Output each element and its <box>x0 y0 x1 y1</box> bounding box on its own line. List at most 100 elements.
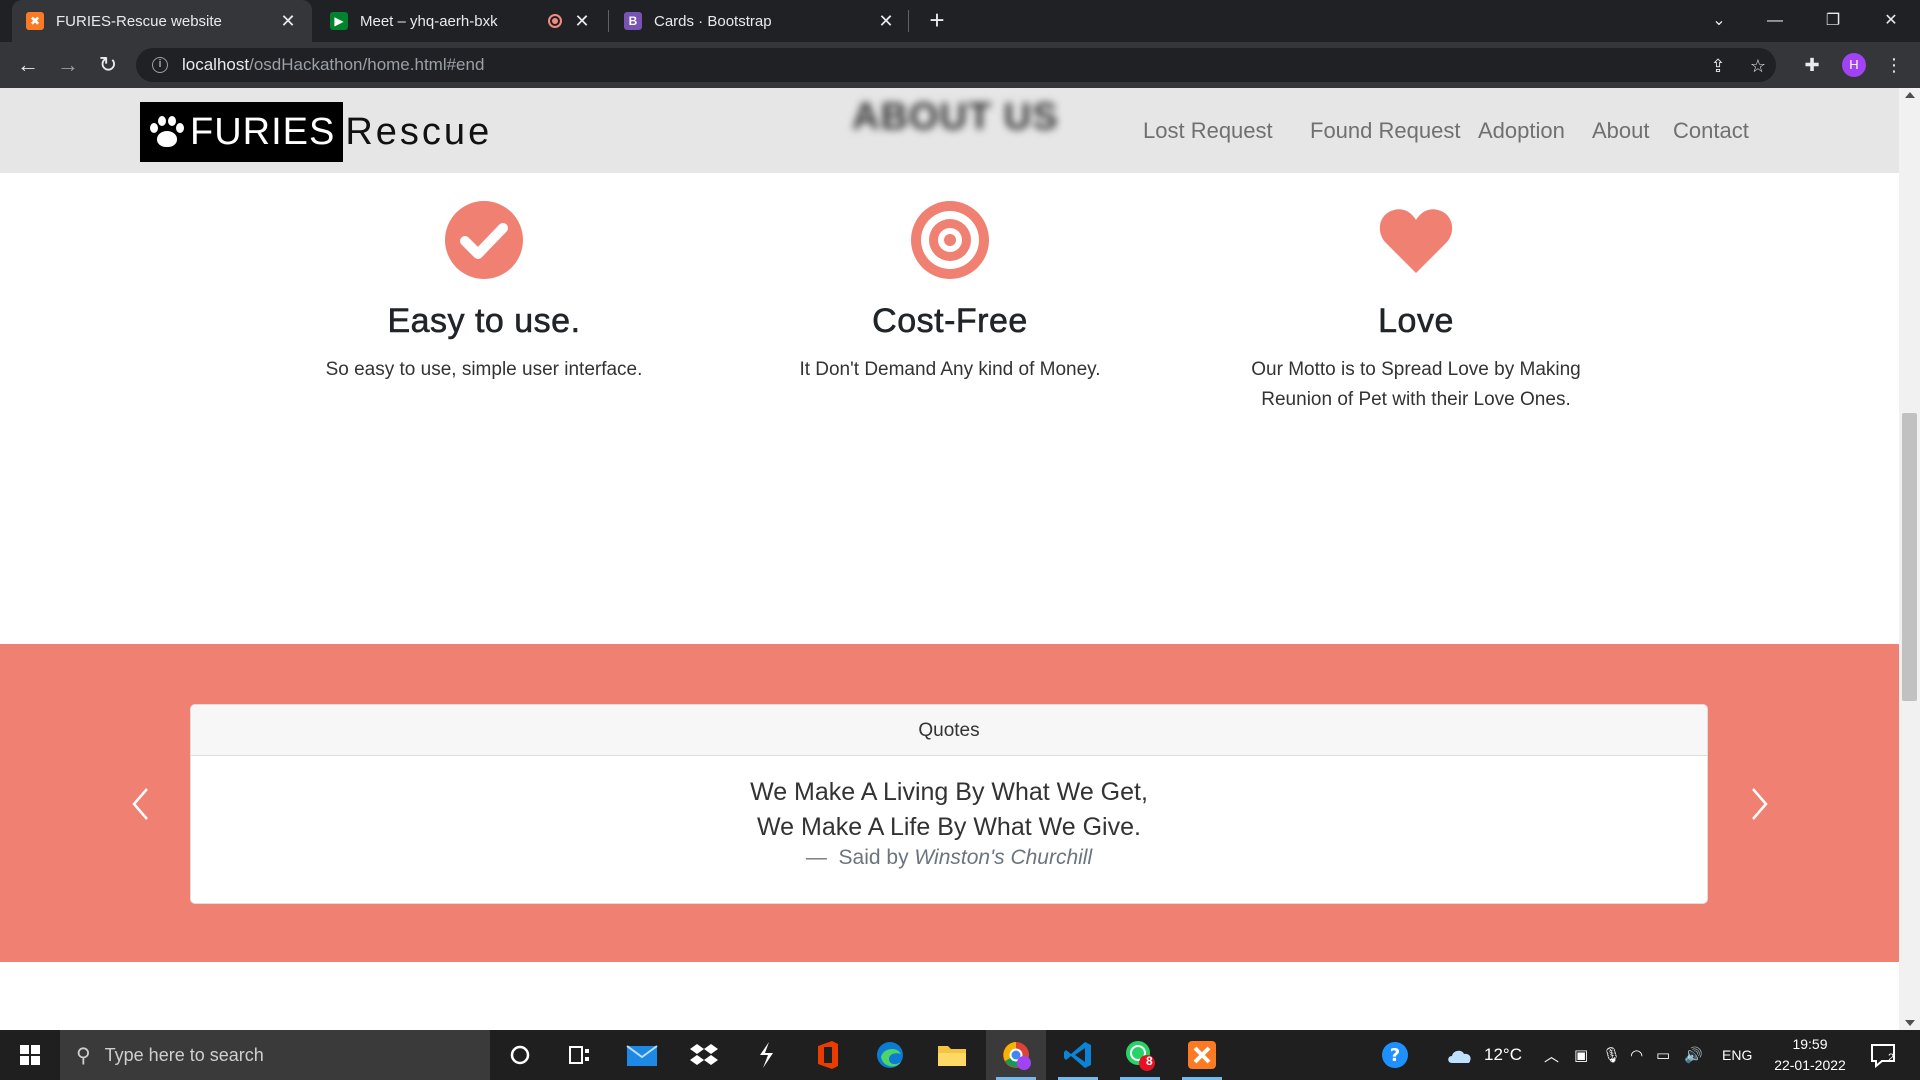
weather-widget[interactable]: 12°C <box>1446 1030 1522 1080</box>
close-window-button[interactable]: ✕ <box>1868 4 1914 38</box>
feature-title: Cost-Free <box>872 302 1028 341</box>
bullseye-icon <box>910 200 990 280</box>
quote-attribution: — Said by Winston's Churchill <box>191 846 1707 870</box>
battery-icon[interactable]: ▭ <box>1656 1030 1670 1080</box>
menu-kebab-icon[interactable]: ⋮ <box>1882 53 1906 77</box>
site-navbar: FURIES Rescue ABOUT US Lost Request Foun… <box>0 88 1899 173</box>
notification-center-icon[interactable]: 2 <box>1870 1030 1896 1080</box>
tab-search-chevron-icon[interactable]: ⌄ <box>1696 4 1742 38</box>
tab-cards-bootstrap[interactable]: B Cards · Bootstrap ✕ <box>610 0 910 42</box>
check-circle-icon <box>444 200 524 280</box>
notification-count: 2 <box>1888 1052 1895 1064</box>
nav-link-contact[interactable]: Contact <box>1673 118 1749 144</box>
nav-link-lost-request[interactable]: Lost Request <box>1143 118 1273 144</box>
help-icon[interactable]: ? <box>1380 1030 1410 1080</box>
profile-avatar[interactable]: H <box>1842 53 1866 77</box>
task-view-icon[interactable] <box>550 1030 610 1080</box>
cortana-icon[interactable] <box>490 1030 550 1080</box>
feature-text: Our Motto is to Spread Love by Making Re… <box>1251 359 1581 410</box>
carousel-prev-icon[interactable] <box>122 784 162 824</box>
site-info-icon[interactable]: i <box>152 57 168 73</box>
quote-author: Winston's Churchill <box>914 846 1093 869</box>
quote-line-1: We Make A Living By What We Get, <box>750 778 1148 806</box>
minimize-button[interactable]: — <box>1752 4 1798 38</box>
brand-boxed-text: FURIES <box>190 110 336 153</box>
quote-card: Quotes We Make A Living By What We Get, … <box>190 704 1708 904</box>
new-tab-button[interactable]: + <box>922 6 952 36</box>
stack-app-icon[interactable] <box>736 1030 796 1080</box>
extensions-puzzle-icon[interactable]: ✚ <box>1800 53 1824 77</box>
chrome-icon[interactable] <box>986 1030 1046 1080</box>
scroll-down-icon[interactable] <box>1905 1020 1915 1026</box>
brand-logo[interactable]: FURIES Rescue <box>140 102 492 162</box>
search-icon: ⚲ <box>76 1044 91 1067</box>
microphone-icon[interactable]: 🎙 <box>1602 1030 1621 1080</box>
carousel-next-icon[interactable] <box>1738 784 1778 824</box>
restore-button[interactable]: ❐ <box>1810 4 1856 38</box>
close-tab-icon[interactable]: ✕ <box>278 11 298 31</box>
whatsapp-badge: 8 <box>1146 1054 1153 1068</box>
bootstrap-favicon-icon: B <box>624 12 642 30</box>
brand-box: FURIES <box>140 102 344 162</box>
tab-title: Cards · Bootstrap <box>654 12 772 30</box>
tab-separator <box>608 10 609 32</box>
quotes-section: Quotes We Make A Living By What We Get, … <box>0 644 1899 962</box>
reload-icon[interactable]: ↻ <box>92 49 124 81</box>
clock[interactable]: 19:59 22-01-2022 <box>1760 1034 1860 1076</box>
address-bar[interactable]: i localhost/osdHackathon/home.html#end ⇪… <box>136 48 1776 82</box>
clock-date: 22-01-2022 <box>1774 1057 1846 1073</box>
windows-taskbar: ⚲ Type here to search 8 ? 12°C ︿ ▣ 🎙 ◠ ▭… <box>0 1030 1920 1080</box>
nav-link-found-request[interactable]: Found Request <box>1310 118 1460 144</box>
feature-cost-free: Cost-Free It Don't Demand Any kind of Mo… <box>730 200 1170 385</box>
url-host: localhost <box>182 55 250 74</box>
heart-icon <box>1376 200 1456 280</box>
browser-tab-strip: ✖ FURIES-Rescue website ✕ ▶ Meet – yhq-a… <box>0 0 1920 42</box>
language-indicator[interactable]: ENG <box>1722 1030 1752 1080</box>
svg-text:?: ? <box>1390 1045 1400 1066</box>
vscode-icon[interactable] <box>1048 1030 1108 1080</box>
close-tab-icon[interactable]: ✕ <box>572 11 592 31</box>
back-arrow-icon[interactable]: ← <box>12 49 44 81</box>
brand-rest-text: Rescue <box>345 110 493 153</box>
close-tab-icon[interactable]: ✕ <box>876 11 896 31</box>
share-icon[interactable]: ⇪ <box>1708 56 1728 76</box>
xampp-icon[interactable] <box>1172 1030 1232 1080</box>
feature-love: Love Our Motto is to Spread Love by Maki… <box>1196 200 1636 415</box>
meet-tray-icon[interactable]: ▣ <box>1574 1030 1588 1080</box>
feature-title: Easy to use. <box>387 302 581 341</box>
show-hidden-icons-chevron-icon[interactable]: ︿ <box>1544 1030 1559 1080</box>
bookmark-star-icon[interactable]: ☆ <box>1748 56 1768 76</box>
office-icon[interactable] <box>798 1030 858 1080</box>
scrollbar-thumb[interactable] <box>1902 413 1917 701</box>
wifi-icon[interactable]: ◠ <box>1630 1030 1643 1080</box>
dropbox-icon[interactable] <box>674 1030 734 1080</box>
clock-time: 19:59 <box>1792 1036 1828 1052</box>
paw-icon <box>148 114 186 150</box>
tab-title: Meet – yhq-aerh-bxk <box>360 12 498 30</box>
forward-arrow-icon[interactable]: → <box>52 49 84 81</box>
edge-icon[interactable] <box>860 1030 920 1080</box>
quote-line-2: We Make A Life By What We Give. <box>757 813 1141 841</box>
nav-link-adoption[interactable]: Adoption <box>1478 118 1565 144</box>
volume-icon[interactable]: 🔊 <box>1684 1030 1703 1080</box>
feature-title: Love <box>1378 302 1454 341</box>
browser-toolbar: ← → ↻ i localhost/osdHackathon/home.html… <box>0 42 1920 88</box>
scroll-up-icon[interactable] <box>1905 92 1915 98</box>
mail-icon[interactable] <box>612 1030 672 1080</box>
nav-link-about[interactable]: About <box>1592 118 1650 144</box>
quote-said-by: Said by <box>838 846 909 869</box>
blurred-section-heading: ABOUT US <box>852 96 1059 138</box>
taskbar-search-box[interactable]: ⚲ Type here to search <box>60 1030 490 1080</box>
cloud-icon <box>1448 1050 1471 1063</box>
xampp-favicon-icon: ✖ <box>26 12 44 30</box>
feature-text: So easy to use, simple user interface. <box>325 359 643 380</box>
feature-text: It Don't Demand Any kind of Money. <box>799 359 1101 380</box>
tab-meet[interactable]: ▶ Meet – yhq-aerh-bxk ✕ <box>316 0 606 42</box>
page-scrollbar[interactable] <box>1899 88 1920 1030</box>
url-path: /osdHackathon/home.html#end <box>249 55 485 74</box>
whatsapp-icon[interactable]: 8 <box>1110 1030 1170 1080</box>
quote-card-header: Quotes <box>191 705 1707 756</box>
file-explorer-icon[interactable] <box>922 1030 982 1080</box>
windows-start-icon[interactable] <box>0 1030 60 1080</box>
tab-furies-rescue[interactable]: ✖ FURIES-Rescue website ✕ <box>12 0 312 42</box>
